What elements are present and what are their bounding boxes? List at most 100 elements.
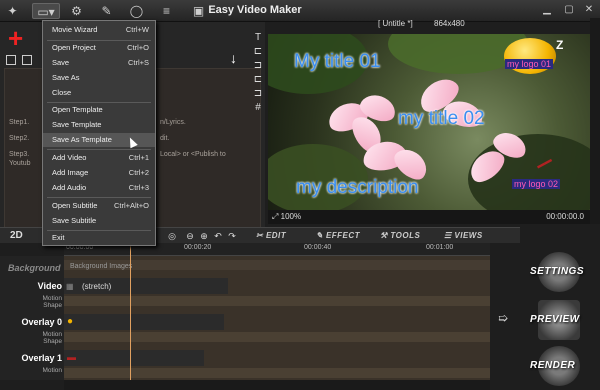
menu-item-save-template[interactable]: Save Template	[43, 118, 155, 132]
timeline-scrollbar[interactable]	[64, 380, 490, 390]
menu-item-open-template[interactable]: Open Template	[43, 103, 155, 117]
sleep-z-icon: Z	[556, 38, 564, 52]
preview-header: [ Untitle *] 864x480	[268, 18, 590, 32]
align-right-icon[interactable]: ⊏	[252, 74, 264, 86]
zoom-in-icon[interactable]: ⊕	[198, 230, 210, 242]
layer-icon[interactable]: ⊐	[252, 88, 264, 100]
preview-button[interactable]: PREVIEW	[528, 300, 588, 340]
preview-scrollbar[interactable]	[590, 18, 600, 224]
render-label: RENDER	[530, 360, 576, 371]
overlay0-shape-label: Shape	[43, 338, 62, 345]
tick-label: 00:00:20	[184, 244, 212, 251]
step3-tail: Local> or <Publish to	[160, 151, 226, 158]
video-motion-lane[interactable]	[64, 296, 490, 306]
menu-item-save[interactable]: Save Ctrl+S	[43, 56, 155, 70]
tools-label: TOOLS	[390, 231, 421, 240]
menu-separator	[47, 149, 151, 150]
menu-item-save-subtitle[interactable]: Save Subtitle	[43, 214, 155, 228]
menu-item-shortcut: Ctrl+2	[128, 168, 149, 177]
zoom-value: 100%	[280, 212, 302, 221]
views-button[interactable]: ☰ VIEWS	[444, 231, 483, 240]
playhead[interactable]	[130, 243, 131, 380]
menu-item-shortcut: Ctrl+O	[127, 43, 149, 52]
menu-item-exit[interactable]: Exit	[43, 231, 155, 245]
menu-item-save-as-template[interactable]: Save As Template	[43, 133, 155, 147]
mode-2d-toggle[interactable]: 2D	[10, 230, 23, 241]
overlay0-motion-label: Motion	[42, 331, 62, 338]
overlay0-lane[interactable]	[64, 314, 224, 330]
menu-item-label: Add Audio	[52, 183, 87, 192]
title-overlay-1[interactable]: My title 01	[294, 51, 381, 73]
overlay1-motion-lane[interactable]	[64, 368, 490, 378]
video-thumb-icon: ▦	[66, 282, 74, 291]
grid-icon[interactable]: #	[252, 102, 264, 114]
menu-item-open-subtitle[interactable]: Open Subtitle Ctrl+Alt+O	[43, 199, 155, 213]
menu-item-label: Save As Template	[52, 135, 112, 144]
video-shape-label: Shape	[43, 302, 62, 309]
overlay1-track-label: Overlay 1	[21, 353, 62, 363]
file-dropdown-menu: Movie Wizard Ctrl+W Open Project Ctrl+O Sa…	[42, 20, 156, 246]
menu-item-add-video[interactable]: Add Video Ctrl+1	[43, 151, 155, 165]
download-arrow-icon[interactable]: ↓	[230, 50, 237, 66]
menu-item-add-audio[interactable]: Add Audio Ctrl+3	[43, 181, 155, 195]
redo-icon[interactable]: ↷	[226, 230, 238, 242]
overlay1-lane[interactable]	[64, 350, 204, 366]
minimize-icon[interactable]: ▁	[540, 3, 554, 17]
preview-footer: ⤢ 100% 00:00:00.0	[268, 210, 590, 224]
menu-item-label: Movie Wizard	[52, 25, 98, 34]
step3-line2: Youtub	[9, 160, 31, 167]
effect-button[interactable]: ✎ EFFECT	[316, 231, 360, 240]
menu-item-save-as[interactable]: Save As	[43, 71, 155, 85]
menu-item-label: Save As	[52, 73, 80, 82]
render-button[interactable]: RENDER	[528, 346, 588, 386]
video-clip-label[interactable]: (stretch)	[82, 282, 111, 291]
add-media-icon[interactable]: +	[8, 25, 23, 51]
menu-item-shortcut: Ctrl+S	[127, 58, 149, 67]
title-overlay-2[interactable]: my title 02	[398, 108, 485, 130]
track-area[interactable]: Background Images ▦ (stretch) ● ▬	[64, 256, 490, 380]
settings-label: SETTINGS	[530, 266, 585, 277]
menu-item-add-image[interactable]: Add Image Ctrl+2	[43, 166, 155, 180]
menu-item-label: Add Image	[52, 168, 89, 177]
fit-icon[interactable]: ◎	[166, 230, 178, 242]
background-track-label: Background	[8, 263, 61, 273]
maximize-icon[interactable]: ▢	[562, 3, 576, 17]
settings-button[interactable]: SETTINGS	[528, 252, 588, 292]
menu-item-label: Close	[52, 88, 72, 97]
logo-overlay-1[interactable]: my logo 01	[505, 59, 554, 69]
menu-separator	[47, 197, 151, 198]
tick-label: 00:00:40	[304, 244, 332, 251]
preview-time: 00:00:00.0	[546, 212, 584, 221]
app-title: Easy Video Maker	[208, 4, 302, 16]
frame-icon[interactable]	[6, 55, 16, 65]
step1-tail: n/Lyrics.	[160, 119, 186, 126]
menu-item-movie-wizard[interactable]: Movie Wizard Ctrl+W	[43, 23, 155, 37]
menu-item-label: Add Video	[52, 153, 87, 162]
arrow-right-icon: ➯	[498, 311, 509, 325]
undo-icon[interactable]: ↶	[212, 230, 224, 242]
overlay0-motion-lane[interactable]	[64, 332, 490, 342]
description-overlay[interactable]: my description	[296, 177, 419, 199]
menu-item-close[interactable]: Close	[43, 86, 155, 100]
media-mini-toolbar	[6, 55, 32, 65]
video-preview[interactable]: My title 01 my title 02 my description Z…	[268, 34, 590, 210]
menu-item-label: Open Subtitle	[52, 201, 98, 210]
camera-icon[interactable]	[22, 55, 32, 65]
align-left-icon[interactable]: ⊏	[252, 46, 264, 58]
menu-item-label: Save Subtitle	[52, 216, 97, 225]
tick-label: 00:01:00	[426, 244, 454, 251]
step3-text: Step3.	[9, 151, 30, 158]
close-icon[interactable]: ✕	[582, 3, 596, 17]
zoom-level[interactable]: ⤢ 100%	[272, 212, 301, 222]
logo-overlay-2[interactable]: my logo 02	[512, 179, 561, 189]
align-center-icon[interactable]: ⊐	[252, 60, 264, 72]
tools-button[interactable]: ⚒ TOOLS	[380, 231, 420, 240]
step1-text: Step1.	[9, 119, 30, 126]
text-tool-icon[interactable]: T	[252, 32, 264, 44]
views-label: VIEWS	[454, 231, 483, 240]
project-name: [ Untitle *]	[378, 19, 413, 28]
menu-item-open-project[interactable]: Open Project Ctrl+O	[43, 41, 155, 55]
zoom-out-icon[interactable]: ⊖	[184, 230, 196, 242]
edit-button[interactable]: ✂ EDIT	[256, 231, 286, 240]
menu-item-label: Save	[52, 58, 70, 67]
